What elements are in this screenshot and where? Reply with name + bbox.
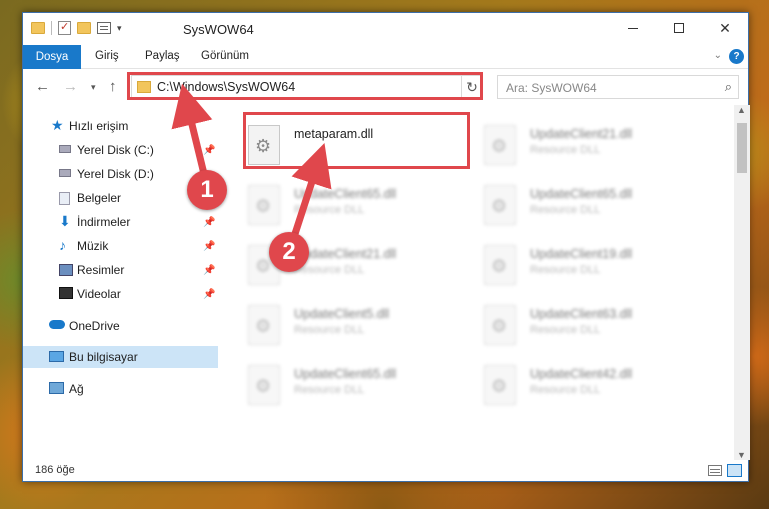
arrow-to-file	[289, 143, 332, 242]
arrow-to-address	[171, 83, 213, 179]
callout-arrows	[171, 83, 332, 242]
step-badge-1: 1	[187, 170, 227, 210]
step-badge-2: 2	[269, 232, 309, 272]
